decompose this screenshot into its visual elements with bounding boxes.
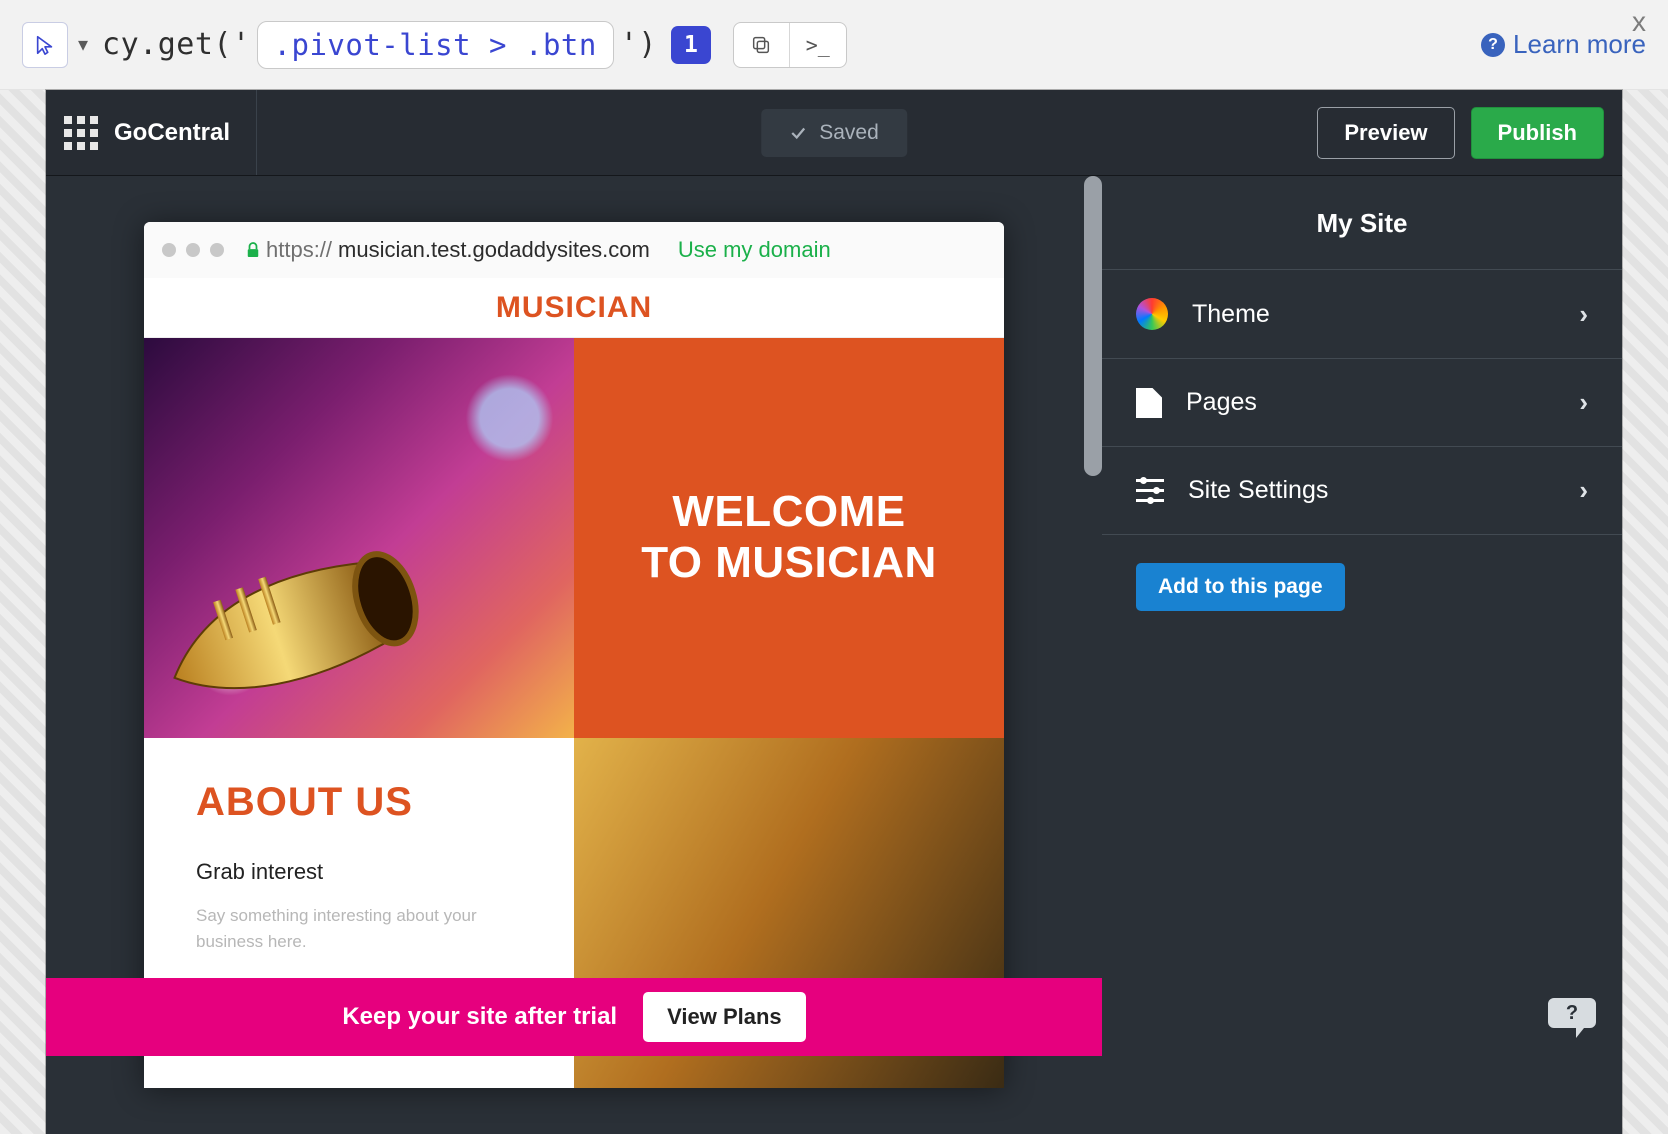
- side-panel-list: Theme › Pages › Site Settings ›: [1102, 269, 1622, 535]
- trial-banner: Keep your site after trial View Plans: [46, 978, 1102, 1056]
- svg-text:?: ?: [1566, 1002, 1578, 1024]
- view-plans-button[interactable]: View Plans: [643, 992, 806, 1042]
- help-button[interactable]: ?: [1546, 994, 1598, 1038]
- side-item-theme[interactable]: Theme ›: [1102, 269, 1622, 359]
- site-preview-window: https://musician.test.godaddysites.com U…: [144, 222, 1004, 1088]
- chevron-right-icon: ›: [1579, 387, 1588, 418]
- side-panel-title: My Site: [1102, 208, 1622, 239]
- cypress-selector-bar: ▾ cy.get(' .pivot-list > .btn ') 1 >_ ? …: [0, 0, 1668, 90]
- learn-more-label: Learn more: [1513, 29, 1646, 60]
- trial-text: Keep your site after trial: [342, 1003, 617, 1031]
- app-logo[interactable]: GoCentral: [64, 90, 257, 175]
- cypress-command: cy.get(' .pivot-list > .btn '): [102, 21, 657, 69]
- about-subhead: Grab interest: [196, 859, 522, 885]
- side-item-pages[interactable]: Pages ›: [1102, 359, 1622, 447]
- gocentral-editor: GoCentral Saved Preview Publish: [46, 90, 1622, 1134]
- trumpet-illustration: [144, 465, 502, 752]
- selector-picker-button[interactable]: [22, 22, 68, 68]
- about-heading: ABOUT US: [196, 780, 522, 825]
- url-protocol: https://: [266, 237, 332, 263]
- add-to-page-button[interactable]: Add to this page: [1136, 563, 1345, 611]
- site-header: MUSICIAN: [144, 278, 1004, 338]
- scrollbar-thumb[interactable]: [1084, 176, 1102, 476]
- copy-icon: [750, 34, 772, 56]
- learn-more-link[interactable]: ? Learn more: [1481, 29, 1646, 60]
- window-dot-icon: [162, 243, 176, 257]
- chevron-right-icon: ›: [1579, 475, 1588, 506]
- cursor-icon: [34, 34, 56, 56]
- url-host: musician.test.godaddysites.com: [338, 237, 650, 263]
- address-bar: https://musician.test.godaddysites.com: [246, 237, 650, 263]
- check-icon: [789, 124, 807, 142]
- side-item-site-settings[interactable]: Site Settings ›: [1102, 447, 1622, 535]
- page-icon: [1136, 388, 1162, 418]
- topbar-actions: Preview Publish: [1317, 107, 1604, 159]
- chat-help-icon: ?: [1546, 994, 1598, 1038]
- color-wheel-icon: [1136, 298, 1168, 330]
- save-status-label: Saved: [819, 121, 879, 145]
- close-button[interactable]: x: [1632, 6, 1646, 38]
- side-item-label: Site Settings: [1188, 476, 1328, 505]
- hero-section: WELCOME TO MUSICIAN: [144, 338, 1004, 738]
- selector-input[interactable]: .pivot-list > .btn: [257, 21, 614, 69]
- hero-welcome-panel: WELCOME TO MUSICIAN: [574, 338, 1004, 738]
- app-title: GoCentral: [114, 119, 230, 147]
- print-to-console-button[interactable]: >_: [790, 23, 846, 67]
- editor-side-panel: My Site Theme › Pages › Site Settings ›: [1102, 176, 1622, 1134]
- about-paragraph: Say something interesting about your bus…: [196, 903, 516, 954]
- hero-line1: WELCOME: [641, 487, 937, 538]
- copy-button[interactable]: [734, 23, 790, 67]
- cy-code-suffix: '): [620, 27, 657, 62]
- use-my-domain-link[interactable]: Use my domain: [678, 237, 831, 263]
- sliders-icon: [1136, 479, 1164, 503]
- window-dot-icon: [210, 243, 224, 257]
- publish-button[interactable]: Publish: [1471, 107, 1604, 159]
- side-item-label: Theme: [1192, 300, 1270, 329]
- apps-grid-icon: [64, 116, 98, 150]
- app-stage: GoCentral Saved Preview Publish: [0, 90, 1668, 1134]
- chevron-right-icon: ›: [1579, 299, 1588, 330]
- cy-code-prefix: cy.get(': [102, 27, 251, 62]
- save-status: Saved: [761, 109, 907, 157]
- preview-button[interactable]: Preview: [1317, 107, 1454, 159]
- caret-down-icon[interactable]: ▾: [78, 32, 88, 57]
- editor-topbar: GoCentral Saved Preview Publish: [46, 90, 1622, 176]
- hero-image: [144, 338, 574, 738]
- preview-browser-chrome: https://musician.test.godaddysites.com U…: [144, 222, 1004, 278]
- lock-icon: [246, 242, 260, 258]
- site-title: MUSICIAN: [496, 291, 652, 325]
- match-count-badge: 1: [671, 26, 711, 64]
- hero-line2: TO MUSICIAN: [641, 538, 937, 589]
- selector-actions: >_: [733, 22, 847, 68]
- side-item-label: Pages: [1186, 388, 1257, 417]
- help-circle-icon: ?: [1481, 33, 1505, 57]
- terminal-icon: >_: [806, 33, 830, 57]
- window-dot-icon: [186, 243, 200, 257]
